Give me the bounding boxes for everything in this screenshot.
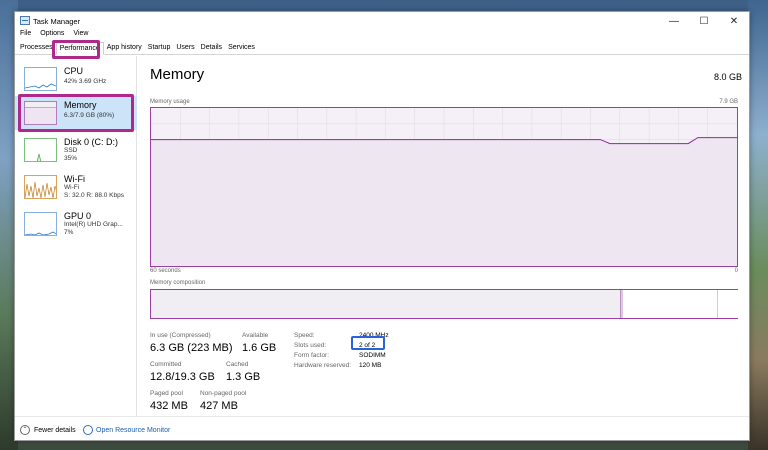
task-manager-window: Task Manager — ☐ ✕ File Options View Pro…: [14, 11, 750, 441]
memory-total: 8.0 GB: [713, 72, 742, 82]
sidebar-item-label: Wi-Fi: [64, 174, 85, 184]
cpu-thumbnail-graph: [24, 67, 57, 91]
time-span-label: 60 seconds: [150, 268, 181, 274]
tab-services[interactable]: Services: [225, 42, 258, 55]
tab-details[interactable]: Details: [198, 42, 225, 55]
memory-usage-fill: [151, 137, 737, 266]
memory-usage-label: Memory usage: [150, 99, 190, 105]
sidebar-item-wifi[interactable]: Wi-Fi Wi-Fi S: 32.0 R: 88.0 Kbps: [15, 170, 137, 204]
tab-users[interactable]: Users: [173, 42, 197, 55]
sidebar-item-subtext: S: 32.0 R: 88.0 Kbps: [64, 192, 124, 199]
cached-value: 1.3 GB: [226, 371, 261, 383]
sidebar-item-subtext: Intel(R) UHD Grap...: [64, 221, 123, 228]
sidebar-item-subtext: 7%: [64, 229, 74, 236]
tab-processes[interactable]: Processes: [17, 42, 56, 55]
speed-label: Speed:: [294, 332, 315, 339]
paged-pool-value: 432 MB: [150, 400, 188, 412]
sidebar-item-cpu[interactable]: CPU 42% 3.69 GHz: [15, 62, 137, 96]
gpu-thumbnail-graph: [24, 212, 57, 236]
memory-usage-plot: [151, 108, 737, 266]
non-paged-pool-label: Non-paged pool: [200, 390, 247, 397]
maximize-button[interactable]: ☐: [689, 12, 719, 30]
sidebar-item-subtext: Wi-Fi: [64, 184, 80, 191]
sidebar-item-disk[interactable]: Disk 0 (C: D:) SSD 35%: [15, 133, 137, 167]
resource-monitor-icon: [83, 425, 93, 435]
paged-pool-label: Paged pool: [150, 390, 183, 397]
sidebar-item-subtext: 42% 3.69 GHz: [64, 78, 107, 85]
hardware-reserved-label: Hardware reserved:: [294, 362, 352, 369]
sidebar-item-subtext: SSD: [64, 147, 78, 154]
memory-usage-graph: [150, 107, 738, 267]
menu-file[interactable]: File: [20, 30, 31, 41]
hardware-reserved-value: 120 MB: [359, 362, 382, 369]
available-label: Available: [242, 332, 269, 339]
non-paged-pool-value: 427 MB: [200, 400, 238, 412]
memory-usage-max: 7.9 GB: [719, 99, 738, 105]
task-manager-icon: [20, 16, 30, 25]
title-bar[interactable]: Task Manager — ☐ ✕: [15, 12, 749, 30]
committed-value: 12.8/19.3 GB: [150, 371, 215, 383]
sidebar-item-gpu[interactable]: GPU 0 Intel(R) UHD Grap... 7%: [15, 207, 137, 241]
highlight-memory-item: [18, 94, 134, 132]
fewer-details-button[interactable]: Fewer details: [34, 427, 76, 434]
window-title: Task Manager: [33, 17, 81, 26]
committed-label: Committed: [150, 361, 182, 368]
tab-bar: Processes Performance App history Startu…: [15, 42, 749, 55]
sidebar-item-label: CPU: [64, 66, 84, 76]
sidebar-item-subtext: 35%: [64, 155, 78, 162]
minimize-button[interactable]: —: [659, 12, 689, 30]
form-factor-label: Form factor:: [294, 352, 330, 359]
menu-bar: File Options View: [15, 30, 749, 41]
time-zero-label: 0: [734, 268, 738, 274]
open-resource-monitor-link[interactable]: Open Resource Monitor: [96, 427, 170, 434]
wifi-thumbnail-graph: [24, 175, 57, 199]
composition-divider: [717, 290, 718, 318]
memory-composition-bar: [150, 289, 738, 319]
memory-composition-label: Memory composition: [150, 280, 206, 286]
form-factor-value: SODIMM: [359, 352, 386, 359]
disk-thumbnail-graph: [24, 138, 57, 162]
sidebar-item-label: GPU 0: [64, 211, 92, 221]
slots-used-label: Slots used:: [294, 342, 327, 349]
memory-panel: Memory 8.0 GB Memory usage 7.9 GB 60 sec…: [150, 56, 742, 416]
composition-free-segment: [623, 290, 738, 318]
highlight-slots-used: [351, 336, 385, 350]
in-use-label: In use (Compressed): [150, 332, 211, 339]
desktop-background-right: [748, 0, 768, 450]
sidebar-item-label: Disk 0 (C: D:): [64, 137, 118, 147]
in-use-value: 6.3 GB (223 MB): [150, 342, 233, 354]
tab-app-history[interactable]: App history: [104, 42, 145, 55]
close-button[interactable]: ✕: [719, 12, 749, 30]
available-value: 1.6 GB: [242, 342, 277, 354]
chevron-up-icon[interactable]: ⌃: [20, 425, 30, 435]
page-title: Memory: [150, 66, 205, 83]
cached-label: Cached: [226, 361, 249, 368]
tab-startup[interactable]: Startup: [145, 42, 174, 55]
footer-bar: ⌃ Fewer details Open Resource Monitor: [15, 416, 749, 442]
